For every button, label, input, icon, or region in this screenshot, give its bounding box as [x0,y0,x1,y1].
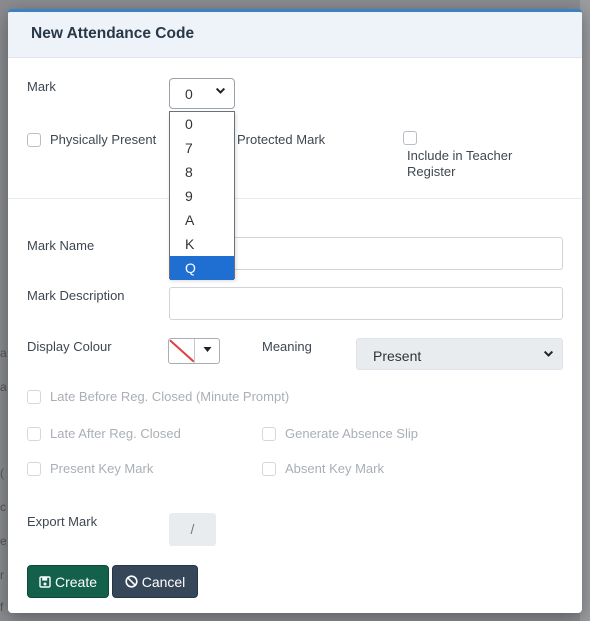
mark-option[interactable]: 9 [170,184,234,208]
export-mark-label: Export Mark [27,514,98,529]
export-mark-field: / [169,513,216,546]
mark-description-label: Mark Description [27,288,125,303]
create-button-label: Create [54,573,98,590]
section-divider [8,198,582,199]
mark-option[interactable]: A [170,208,234,232]
include-in-teacher-register-checkbox[interactable] [403,131,417,145]
caret-down-icon [195,339,219,363]
present-key-mark-label: Present Key Mark [50,461,154,476]
physically-present-checkbox[interactable] [27,133,41,147]
present-key-mark-checkbox[interactable] [27,462,41,476]
mark-option[interactable]: 8 [170,160,234,184]
modal-title: New Attendance Code [31,25,195,42]
display-colour-label: Display Colour [27,339,112,354]
absent-key-mark-checkbox[interactable] [262,462,276,476]
absent-key-mark-label: Absent Key Mark [285,461,384,476]
mark-option[interactable]: K [170,232,234,256]
generate-absence-slip-label: Generate Absence Slip [285,426,418,441]
cancel-button-label: Cancel [141,573,186,590]
new-attendance-code-dialog: New Attendance Code Mark 0 0 7 8 9 A K Q… [8,9,582,613]
mark-select-value: 0 [185,86,193,102]
mark-description-input[interactable] [169,287,563,320]
physically-present-label: Physically Present [50,132,157,147]
mark-option-highlighted[interactable]: Q [170,256,234,280]
include-in-teacher-register-label: Register [407,164,456,179]
floppy-disk-icon [39,575,51,588]
mark-dropdown-list: 0 7 8 9 A K Q [169,111,235,280]
mark-option[interactable]: 0 [170,112,234,136]
mark-option[interactable]: 7 [170,136,234,160]
late-before-reg-closed-label: Late Before Reg. Closed (Minute Prompt) [50,389,290,404]
mark-name-label: Mark Name [27,238,95,253]
late-after-reg-closed-label: Late After Reg. Closed [50,426,181,441]
late-after-reg-closed-checkbox[interactable] [27,427,41,441]
colour-swatch [169,339,195,363]
mark-select[interactable]: 0 [169,78,235,109]
chevron-down-icon [543,348,554,362]
meaning-label: Meaning [262,339,312,354]
late-before-reg-closed-checkbox[interactable] [27,390,41,404]
modal-header: New Attendance Code [8,12,582,58]
ban-icon [125,575,138,588]
include-in-teacher-register-label: Include in Teacher [407,148,513,163]
meaning-select-value: Present [373,348,422,364]
chevron-down-icon [215,85,226,99]
create-button[interactable]: Create [27,565,109,598]
display-colour-picker[interactable] [168,338,220,364]
protected-mark-label: Protected Mark [237,132,326,147]
mark-label: Mark [27,79,56,94]
cancel-button[interactable]: Cancel [112,565,198,598]
generate-absence-slip-checkbox[interactable] [262,427,276,441]
meaning-select[interactable]: Present [356,338,563,370]
